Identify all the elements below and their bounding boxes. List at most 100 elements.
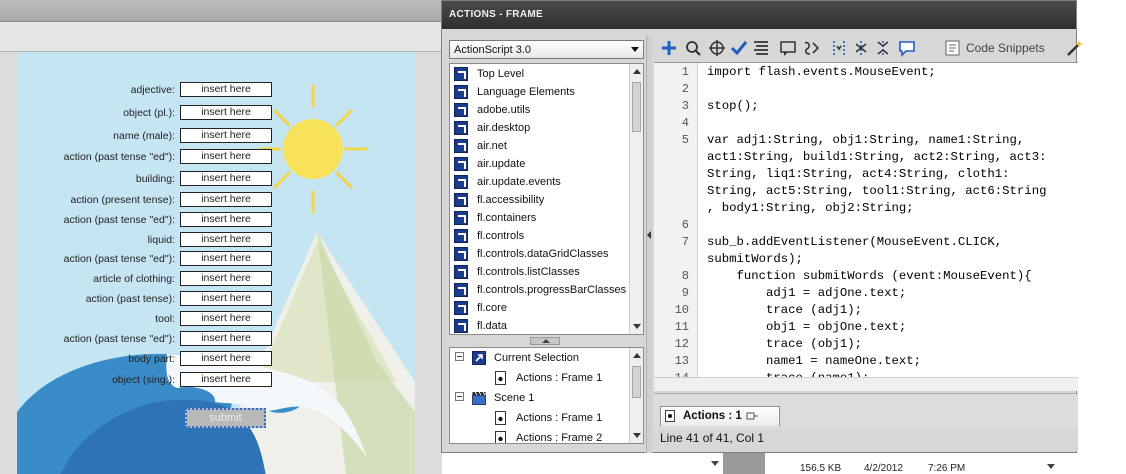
- code-line: String, liq1:String, act4:String, cloth1…: [707, 167, 1010, 181]
- toolbox-item[interactable]: air.update.events: [450, 173, 630, 191]
- form-label: tool:: [155, 313, 175, 325]
- debug-options-icon[interactable]: [802, 39, 820, 57]
- nav-current-frame[interactable]: Actions : Frame 1: [450, 368, 630, 388]
- toolbox-item[interactable]: fl.accessibility: [450, 191, 630, 209]
- line-number: 3: [681, 99, 689, 113]
- object-singular-input[interactable]: insert here: [180, 372, 272, 387]
- panel-title-bar[interactable]: ACTIONS - FRAME: [442, 1, 1076, 29]
- package-icon: [454, 85, 468, 99]
- form-label: action (past tense "ed"):: [63, 151, 175, 163]
- body-part-input[interactable]: insert here: [180, 351, 272, 366]
- clothing-input[interactable]: insert here: [180, 271, 272, 286]
- package-icon: [454, 265, 468, 279]
- navigator-scrollbar[interactable]: [629, 348, 643, 443]
- toolbox-item[interactable]: air.update: [450, 155, 630, 173]
- toolbox-item[interactable]: fl.containers: [450, 209, 630, 227]
- nav-scene-frame-2[interactable]: Actions : Frame 2: [450, 428, 630, 443]
- scroll-down-icon[interactable]: [633, 433, 641, 438]
- toolbox-item[interactable]: air.desktop: [450, 119, 630, 137]
- liquid-input[interactable]: insert here: [180, 232, 272, 247]
- action-present-input[interactable]: insert here: [180, 192, 272, 207]
- submit-button[interactable]: submit: [185, 408, 266, 428]
- scroll-up-icon[interactable]: [633, 353, 641, 358]
- action-past-ed-input[interactable]: insert here: [180, 251, 272, 266]
- form-row-action-3: action (past tense "ed"): insert here: [17, 251, 297, 269]
- toolbox-item-label: fl.controls.listClasses: [477, 266, 580, 278]
- nav-current-selection[interactable]: Current Selection: [450, 348, 630, 368]
- toolbox-item[interactable]: fl.controls.dataGridClasses: [450, 245, 630, 263]
- nav-item-label: Current Selection: [494, 352, 579, 364]
- toolbox-scrollbar[interactable]: [629, 64, 643, 334]
- action-past-ed-input[interactable]: insert here: [180, 149, 272, 164]
- auto-format-icon[interactable]: [752, 39, 770, 57]
- code-editor[interactable]: 1 2 3 4 5 6 7 8 9 10 11 12 13 14 import …: [654, 62, 1078, 391]
- toolbox-item[interactable]: Top Level: [450, 65, 630, 83]
- toolbox-item[interactable]: Language Elements: [450, 83, 630, 101]
- add-statement-icon[interactable]: [660, 39, 678, 57]
- find-icon[interactable]: [684, 39, 702, 57]
- comment-icon[interactable]: [898, 39, 916, 57]
- object-plural-input[interactable]: insert here: [180, 105, 272, 120]
- pin-script-icon[interactable]: [746, 411, 758, 421]
- check-syntax-icon[interactable]: [730, 39, 748, 57]
- toolbox-item[interactable]: adobe.utils: [450, 101, 630, 119]
- toolbox-item[interactable]: fl.controls.listClasses: [450, 263, 630, 281]
- chevron-down-icon[interactable]: [711, 461, 719, 466]
- tab-actions-1[interactable]: Actions : 1: [660, 406, 780, 426]
- collapse-left-icon[interactable]: [647, 231, 651, 239]
- collapse-selection-icon[interactable]: [852, 39, 870, 57]
- toolbox-item[interactable]: fl.controls.progressBarClasses: [450, 281, 630, 299]
- package-icon: [454, 103, 468, 117]
- stage-area: adjective: insert here object (pl.): ins…: [0, 0, 442, 474]
- form-row-action-past: action (past tense): insert here: [17, 291, 297, 309]
- line-number: 5: [681, 133, 689, 147]
- status-bar: Line 41 of 41, Col 1: [654, 429, 1078, 451]
- script-toolbar: Code Snippets: [654, 34, 1083, 62]
- nav-scene-frame-1[interactable]: Actions : Frame 1: [450, 408, 630, 428]
- snippets-icon: [945, 40, 960, 56]
- code-hint-icon[interactable]: [780, 39, 798, 57]
- toolbox-item[interactable]: fl.core: [450, 299, 630, 317]
- form-label: name (male):: [113, 130, 175, 142]
- action-past-ed-input[interactable]: insert here: [180, 212, 272, 227]
- tool-input[interactable]: insert here: [180, 311, 272, 326]
- scroll-down-icon[interactable]: [633, 324, 641, 329]
- scroll-thumb[interactable]: [632, 366, 641, 398]
- scroll-thumb[interactable]: [632, 82, 641, 132]
- nav-item-label: Actions : Frame 1: [516, 412, 603, 424]
- building-input[interactable]: insert here: [180, 171, 272, 186]
- action-past-ed-input[interactable]: insert here: [180, 331, 272, 346]
- name-male-input[interactable]: insert here: [180, 128, 272, 143]
- nav-scene[interactable]: Scene 1: [450, 388, 630, 408]
- collapse-toggle-icon[interactable]: [455, 392, 464, 401]
- toolbox-item-label: fl.data: [477, 320, 507, 332]
- pane-split-handle[interactable]: [530, 337, 560, 345]
- action-past-input[interactable]: insert here: [180, 291, 272, 306]
- stage-canvas[interactable]: adjective: insert here object (pl.): ins…: [17, 52, 415, 474]
- line-number: 11: [674, 320, 689, 334]
- frame-script-icon: [495, 411, 506, 425]
- code-line: adj1 = adjOne.text;: [707, 286, 907, 300]
- line-number: 1: [681, 65, 689, 79]
- toolbox-item-label: adobe.utils: [477, 104, 531, 116]
- scroll-up-icon[interactable]: [633, 69, 641, 74]
- toolbox-item[interactable]: fl.data: [450, 317, 630, 334]
- collapse-between-braces-icon[interactable]: [830, 39, 848, 57]
- toolbox-item[interactable]: fl.controls: [450, 227, 630, 245]
- package-icon: [454, 157, 468, 171]
- line-number: 8: [681, 269, 689, 283]
- target-path-icon[interactable]: [708, 39, 726, 57]
- code-snippets-button[interactable]: Code Snippets: [944, 39, 1084, 57]
- toolbox-item[interactable]: air.net: [450, 137, 630, 155]
- package-icon: [454, 121, 468, 135]
- code-horizontal-scrollbar[interactable]: [654, 377, 1078, 391]
- collapse-panel-bar[interactable]: [646, 35, 652, 453]
- collapse-toggle-icon[interactable]: [455, 352, 464, 361]
- form-row-liquid: liquid: insert here: [17, 232, 297, 250]
- chevron-down-icon[interactable]: [1047, 464, 1055, 469]
- language-select[interactable]: ActionScript 3.0: [449, 40, 644, 59]
- file-time: 7:26 PM: [928, 463, 966, 474]
- expand-all-icon[interactable]: [874, 39, 892, 57]
- code-line: trace (adj1);: [707, 303, 862, 317]
- adjective-input[interactable]: insert here: [180, 82, 272, 97]
